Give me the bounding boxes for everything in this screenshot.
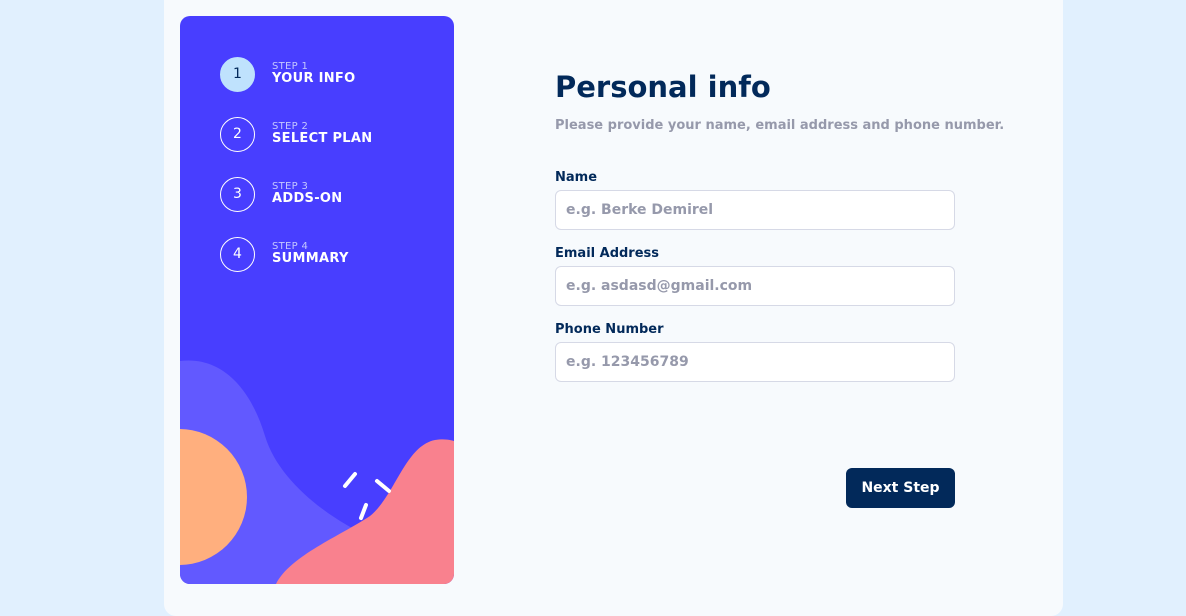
form-card: 1 STEP 1 YOUR INFO 2 STEP 2 SELECT PLAN … (164, 0, 1063, 616)
email-field-group: Email Address (555, 246, 955, 306)
name-input[interactable] (555, 190, 955, 230)
email-label: Email Address (555, 246, 660, 261)
step-number-badge: 2 (220, 116, 255, 152)
step-label: SUMMARY (272, 251, 349, 267)
step-label: ADDS-ON (272, 191, 343, 207)
name-field-group: Name (555, 170, 955, 230)
sidebar-step-1[interactable]: 1 STEP 1 YOUR INFO (220, 54, 355, 94)
page-title: Personal info (555, 70, 771, 104)
phone-label: Phone Number (555, 322, 664, 337)
email-input[interactable] (555, 266, 955, 306)
sidebar-step-3[interactable]: 3 STEP 3 ADDS-ON (220, 174, 342, 214)
phone-input[interactable] (555, 342, 955, 382)
next-step-button[interactable]: Next Step (846, 468, 955, 508)
page-subtitle: Please provide your name, email address … (555, 118, 1005, 133)
name-label: Name (555, 170, 598, 185)
step-number-badge: 3 (220, 176, 255, 212)
phone-field-group: Phone Number (555, 322, 955, 382)
step-label: YOUR INFO (272, 71, 356, 87)
sidebar: 1 STEP 1 YOUR INFO 2 STEP 2 SELECT PLAN … (180, 16, 454, 584)
step-number-badge: 1 (220, 56, 255, 92)
step-label: SELECT PLAN (272, 131, 373, 147)
personal-info-form: Personal info Please provide your name, … (555, 0, 1004, 616)
sidebar-background-illustration (180, 360, 454, 584)
step-number-badge: 4 (220, 236, 255, 272)
sidebar-step-2[interactable]: 2 STEP 2 SELECT PLAN (220, 114, 372, 154)
sidebar-step-4[interactable]: 4 STEP 4 SUMMARY (220, 234, 349, 274)
